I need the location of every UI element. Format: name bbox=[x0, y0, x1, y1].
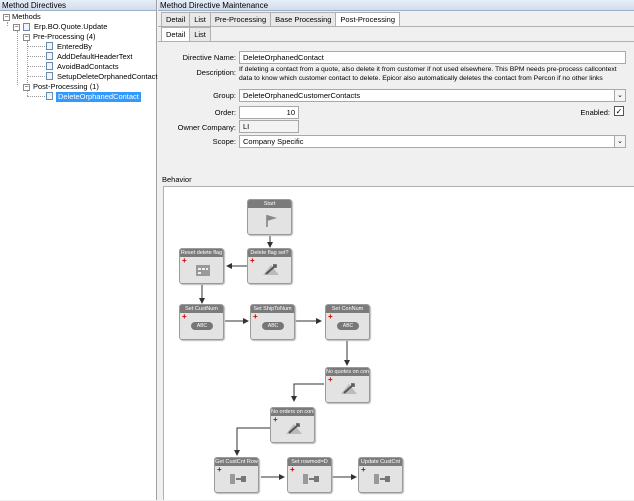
collapse-methods-toggle[interactable]: − bbox=[3, 14, 10, 21]
sub-tab-bar: Detail List bbox=[161, 27, 211, 42]
workflow-node-get-custcnt-row[interactable]: Get CustCnt Row + bbox=[214, 457, 259, 493]
chevron-down-icon[interactable]: ⌄ bbox=[614, 136, 625, 147]
add-icon[interactable]: + bbox=[290, 466, 295, 474]
collapse-post-toggle[interactable]: − bbox=[23, 84, 30, 91]
enabled-label: Enabled: bbox=[580, 108, 610, 117]
tab-detail[interactable]: Detail bbox=[161, 12, 191, 26]
workflow-node-set-custnum[interactable]: Set CustNum + ABC bbox=[179, 304, 224, 340]
workflow-node-no-orders[interactable]: No orders on con! + bbox=[270, 407, 315, 443]
tree-node-pre-item[interactable]: EnteredBy bbox=[57, 42, 92, 52]
tree-node-methods[interactable]: Methods bbox=[12, 12, 41, 22]
subtab-list[interactable]: List bbox=[189, 27, 211, 41]
directive-icon bbox=[46, 72, 53, 80]
description-label: Description: bbox=[196, 68, 236, 77]
add-icon[interactable]: + bbox=[361, 466, 366, 474]
workflow-node-start[interactable]: Start bbox=[247, 199, 292, 235]
order-label: Order: bbox=[214, 108, 236, 117]
workflow-node-set-shiptonum[interactable]: Set ShipToNum + ABC bbox=[250, 304, 295, 340]
abc-icon: ABC bbox=[191, 322, 213, 330]
query-icon bbox=[303, 474, 319, 484]
chevron-down-icon[interactable]: ⌄ bbox=[614, 90, 625, 101]
tab-base-processing[interactable]: Base Processing bbox=[270, 12, 337, 26]
group-select[interactable]: DeleteOrphanedCustomerContacts ⌄ bbox=[239, 89, 626, 102]
collapse-method-toggle[interactable]: − bbox=[13, 24, 20, 31]
directive-icon bbox=[46, 52, 53, 60]
add-icon[interactable]: + bbox=[250, 257, 255, 265]
add-icon[interactable]: + bbox=[328, 376, 333, 384]
behavior-label: Behavior bbox=[162, 175, 192, 184]
tree-node-post-item-selected[interactable]: DeleteOrphanedContact bbox=[56, 92, 141, 102]
tree-node-method[interactable]: Erp.BO.Quote.Update bbox=[34, 22, 107, 32]
abc-icon: ABC bbox=[337, 322, 359, 330]
add-icon[interactable]: + bbox=[182, 313, 187, 321]
collapse-pre-toggle[interactable]: − bbox=[23, 34, 30, 41]
scope-select[interactable]: Company Specific ⌄ bbox=[239, 135, 626, 148]
add-icon[interactable]: + bbox=[217, 466, 222, 474]
abc-icon: ABC bbox=[262, 322, 284, 330]
description-field[interactable]: If deleting a contact from a quote, also… bbox=[239, 65, 629, 85]
directive-icon bbox=[46, 42, 53, 50]
add-icon[interactable]: + bbox=[328, 313, 333, 321]
subtab-detail[interactable]: Detail bbox=[161, 27, 191, 42]
directive-name-field[interactable]: DeleteOrphanedContact bbox=[239, 51, 626, 64]
query-icon bbox=[374, 474, 390, 484]
condition-icon bbox=[263, 264, 279, 275]
group-value: DeleteOrphanedCustomerContacts bbox=[243, 91, 361, 100]
method-directives-title: Method Directives bbox=[0, 0, 156, 11]
workflow-connectors bbox=[199, 236, 357, 480]
enabled-checkbox[interactable]: ✓ bbox=[614, 106, 624, 116]
workflow-node-set-connum[interactable]: Set ConNum + ABC bbox=[325, 304, 370, 340]
tree-node-post-processing[interactable]: Post-Processing (1) bbox=[33, 82, 99, 92]
behavior-canvas[interactable]: Start Delete flag set? + Reset delete fl… bbox=[163, 186, 634, 500]
scope-label: Scope: bbox=[212, 137, 236, 146]
tab-post-processing[interactable]: Post-Processing bbox=[335, 12, 401, 27]
calendar-icon bbox=[196, 265, 210, 276]
owner-company-field: LI bbox=[239, 120, 299, 133]
description-line: If deleting a contact from a quote, also… bbox=[239, 66, 617, 73]
query-icon bbox=[230, 474, 246, 484]
description-line: data to know which customer contact to d… bbox=[239, 75, 603, 82]
node-title: Start bbox=[248, 200, 291, 208]
directive-maintenance-title: Method Directive Maintenance bbox=[158, 0, 634, 11]
workflow-node-no-quotes[interactable]: No quotes on con! + bbox=[325, 367, 370, 403]
flag-icon bbox=[266, 215, 277, 227]
tree-node-pre-item[interactable]: AvoidBadContacts bbox=[57, 62, 119, 72]
workflow-node-update-custcnt[interactable]: Update CustCnt + bbox=[358, 457, 403, 493]
top-tab-bar: Detail List Pre-Processing Base Processi… bbox=[161, 12, 401, 27]
workflow-node-reset-delete-flag[interactable]: Reset delete flag + bbox=[179, 248, 224, 284]
add-icon[interactable]: + bbox=[273, 416, 278, 424]
directive-icon bbox=[46, 92, 53, 100]
add-icon[interactable]: + bbox=[182, 257, 187, 265]
group-label: Group: bbox=[213, 91, 236, 100]
condition-icon bbox=[286, 423, 302, 434]
tree-node-pre-processing[interactable]: Pre-Processing (4) bbox=[33, 32, 96, 42]
workflow-node-delete-flag-set[interactable]: Delete flag set? + bbox=[247, 248, 292, 284]
method-directives-pane: Method Directives − Methods − Erp.BO.Quo… bbox=[0, 0, 158, 500]
tree-node-pre-item[interactable]: AddDefaultHeaderText bbox=[57, 52, 132, 62]
directive-name-label: Directive Name: bbox=[182, 53, 236, 62]
add-icon[interactable]: + bbox=[253, 313, 258, 321]
owner-company-label: Owner Company: bbox=[177, 123, 236, 132]
condition-icon bbox=[341, 383, 357, 394]
directive-icon bbox=[46, 62, 53, 70]
workflow-node-set-rowmod[interactable]: Set rowmod=D + bbox=[287, 457, 332, 493]
order-field[interactable]: 10 bbox=[239, 106, 299, 119]
method-icon bbox=[23, 23, 30, 31]
tab-pre-processing[interactable]: Pre-Processing bbox=[209, 12, 272, 26]
tree-node-pre-item[interactable]: SetupDeleteOrphanedContact bbox=[57, 72, 158, 82]
scope-value: Company Specific bbox=[243, 137, 304, 146]
tab-list[interactable]: List bbox=[189, 12, 211, 26]
